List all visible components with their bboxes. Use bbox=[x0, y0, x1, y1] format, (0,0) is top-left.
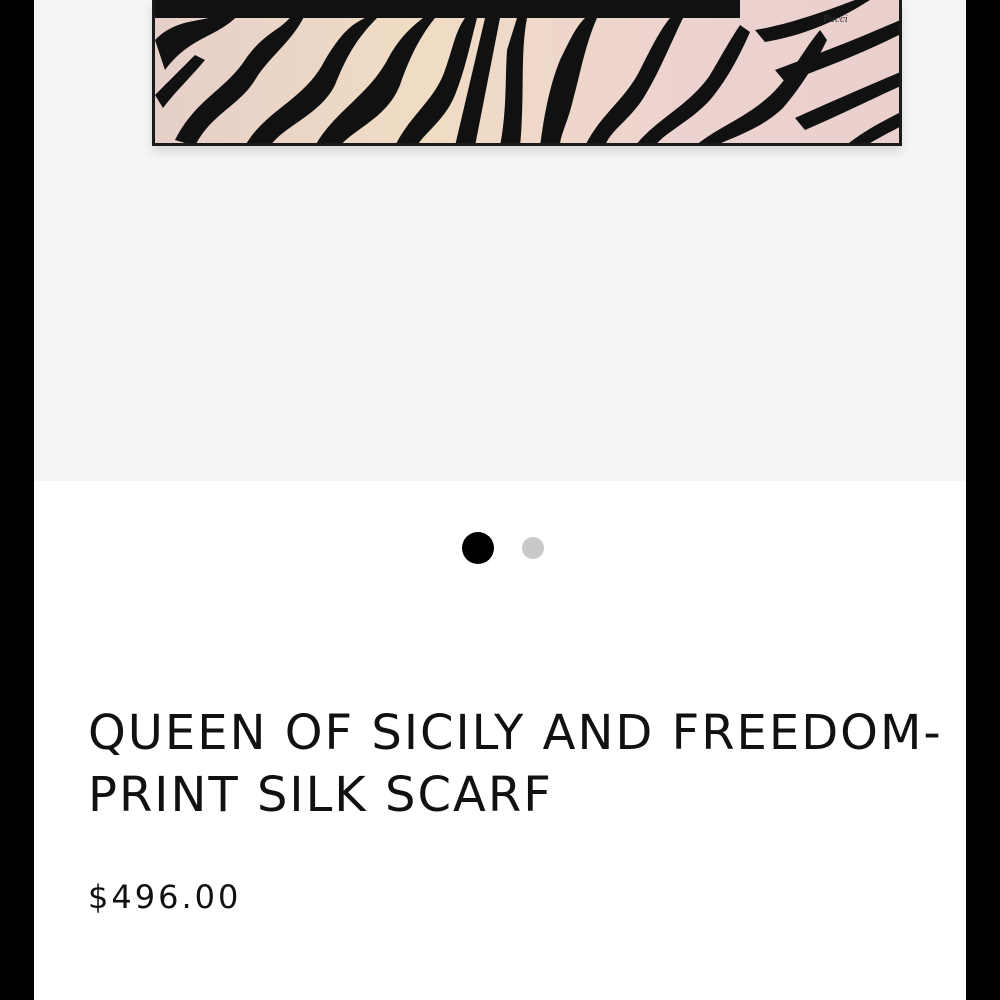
product-title: QUEEN OF SICILY AND FREEDOM-PRINT SILK S… bbox=[88, 705, 943, 823]
carousel-dots[interactable] bbox=[34, 532, 966, 564]
product-page: Pucci QUEEN OF SICILY AND FREEDOM-PRINT … bbox=[34, 0, 966, 1000]
signature-mark: Pucci bbox=[822, 15, 848, 25]
zebra-print-scarf-image: Pucci bbox=[155, 0, 899, 143]
carousel-dot-2[interactable] bbox=[522, 537, 544, 559]
carousel-dot-1-active[interactable] bbox=[462, 532, 494, 564]
product-price: $496.00 bbox=[88, 878, 242, 916]
product-image-gallery[interactable]: Pucci bbox=[34, 0, 966, 481]
product-image[interactable]: Pucci bbox=[152, 0, 902, 146]
